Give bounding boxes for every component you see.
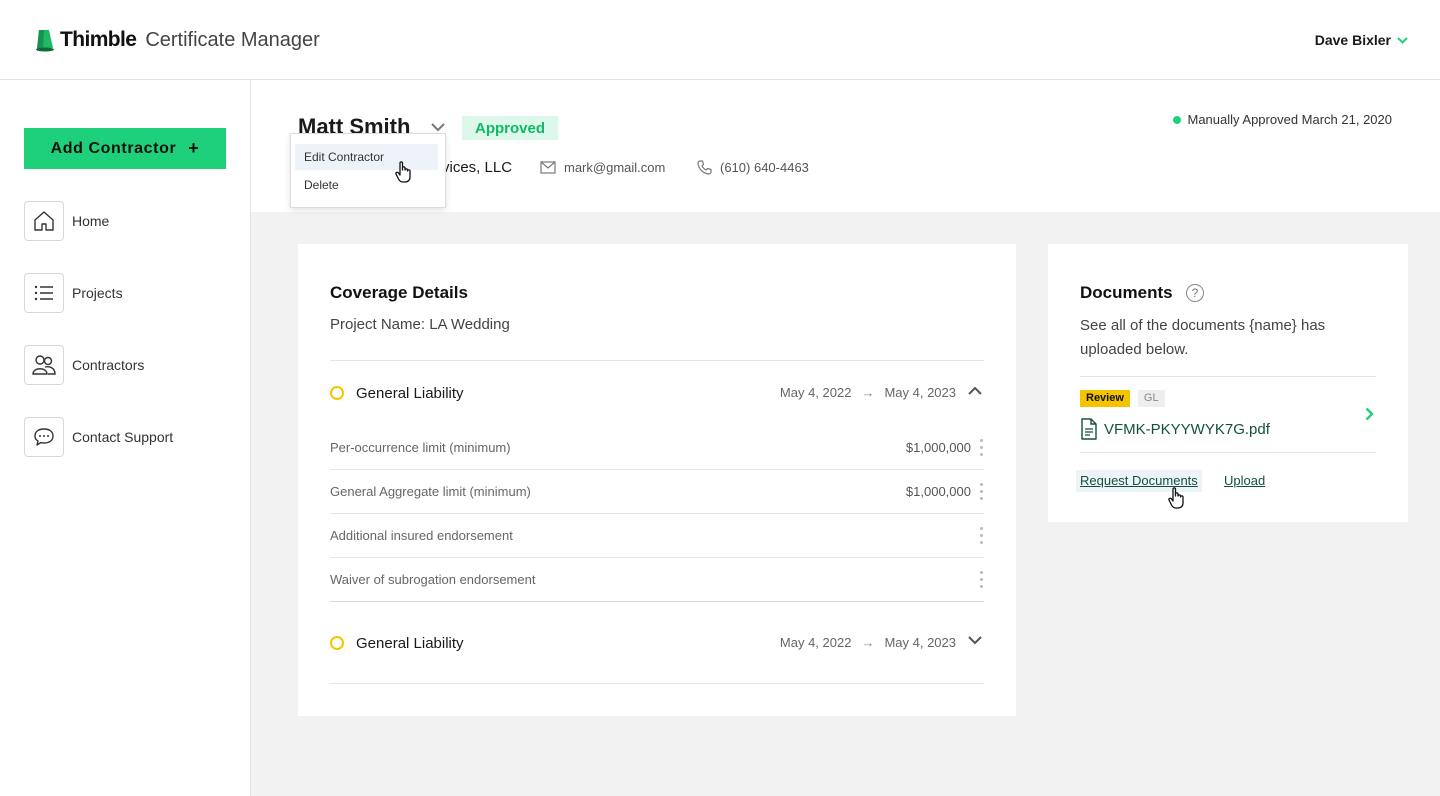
sidebar-item-contractors[interactable]: Contractors	[24, 345, 144, 385]
coverage-title: Coverage Details	[330, 283, 468, 302]
policy-end-date: May 4, 2023	[884, 635, 956, 650]
hand-cursor-icon	[1168, 487, 1184, 509]
chevron-right-icon[interactable]	[1365, 407, 1374, 421]
help-icon[interactable]: ?	[1186, 284, 1204, 302]
document-tags: Review GL	[1080, 390, 1165, 407]
thimble-logo-icon	[36, 30, 54, 52]
pending-status-icon	[330, 636, 344, 650]
user-menu[interactable]: Dave Bixler	[1315, 32, 1408, 48]
pending-status-icon	[330, 386, 344, 400]
sidebar-item-label: Contact Support	[72, 429, 174, 445]
chevron-up-icon[interactable]	[968, 386, 982, 395]
status-badge: Approved	[462, 116, 559, 140]
policy-title: General Liability	[356, 634, 464, 652]
policy-title: General Liability	[356, 384, 464, 402]
review-badge: Review	[1080, 390, 1130, 407]
contractor-actions-menu: Edit Contractor Delete	[290, 133, 446, 208]
chevron-down-icon	[1397, 36, 1408, 44]
kebab-menu-icon[interactable]	[980, 571, 984, 589]
product-name: Certificate Manager	[145, 28, 320, 51]
chevron-down-icon[interactable]	[430, 122, 446, 132]
kebab-menu-icon[interactable]	[980, 439, 984, 457]
file-icon	[1081, 418, 1097, 440]
document-file-name: VFMK-PKYYWYK7G.pdf	[1104, 420, 1270, 438]
divider	[1080, 376, 1376, 377]
sidebar-item-label: Projects	[72, 285, 123, 301]
policy-start-date: May 4, 2022	[779, 385, 852, 400]
limit-row: General Aggregate limit (minimum) $1,000…	[330, 470, 984, 514]
divider	[330, 683, 984, 684]
approval-status: Manually Approved March 21, 2020	[1173, 112, 1392, 127]
phone-icon	[697, 160, 712, 175]
sidebar: Add Contractor + Home Projects Contracto…	[0, 80, 251, 796]
menu-item-edit-contractor[interactable]: Edit Contractor	[295, 144, 438, 170]
documents-description: See all of the documents {name} has uplo…	[1080, 317, 1326, 358]
add-contractor-label: Add Contractor	[50, 139, 177, 157]
policy-start-date: May 4, 2022	[779, 635, 852, 650]
divider	[330, 360, 984, 361]
add-contractor-button[interactable]: Add Contractor +	[24, 128, 226, 169]
home-icon	[24, 201, 64, 241]
limit-row: Waiver of subrogation endorsement	[330, 558, 984, 602]
contractor-phone[interactable]: (610) 640-4463	[697, 160, 809, 175]
policy-row[interactable]: General Liability May 4, 2022 → May 4, 2…	[330, 378, 984, 408]
policy-row[interactable]: General Liability May 4, 2022 → May 4, 2…	[330, 628, 984, 658]
users-icon	[24, 345, 64, 385]
policy-dates: May 4, 2022 → May 4, 2023	[780, 385, 956, 400]
list-icon	[24, 273, 64, 313]
limit-row: Additional insured endorsement	[330, 514, 984, 558]
logo[interactable]: Thimble Certificate Manager	[34, 28, 320, 52]
menu-item-delete[interactable]: Delete	[295, 172, 438, 198]
kebab-menu-icon[interactable]	[980, 527, 984, 545]
documents-card: Documents ? See all of the documents {na…	[1048, 244, 1408, 522]
phone-text: (610) 640-4463	[720, 160, 809, 175]
documents-title: Documents	[1080, 283, 1173, 302]
company-name: vices, LLC	[442, 159, 513, 176]
policy-dates: May 4, 2022 → May 4, 2023	[780, 635, 956, 650]
brand-name: Thimble	[60, 28, 137, 51]
status-dot-icon	[1173, 115, 1182, 124]
document-file-link[interactable]: VFMK-PKYYWYK7G.pdf	[1080, 418, 1270, 440]
coverage-details-card: Coverage Details Project Name: LA Weddin…	[298, 244, 1016, 716]
limit-row: Per-occurrence limit (minimum) $1,000,00…	[330, 426, 984, 470]
sidebar-item-label: Home	[72, 213, 110, 229]
kebab-menu-icon[interactable]	[980, 483, 984, 501]
sidebar-item-label: Contractors	[72, 357, 145, 373]
hand-cursor-icon	[395, 161, 411, 183]
plus-icon: +	[188, 138, 200, 158]
limit-label: General Aggregate limit (minimum)	[330, 484, 531, 499]
chat-icon	[24, 417, 64, 457]
user-name: Dave Bixler	[1314, 32, 1391, 48]
contractor-email[interactable]: mark@gmail.com	[540, 160, 665, 175]
sidebar-item-home[interactable]: Home	[24, 201, 109, 241]
chevron-down-icon[interactable]	[968, 636, 982, 645]
project-name: Project Name: LA Wedding	[330, 316, 510, 333]
divider	[1080, 452, 1376, 453]
approval-status-text: Manually Approved March 21, 2020	[1187, 112, 1392, 127]
policy-end-date: May 4, 2023	[884, 385, 956, 400]
limit-label: Per-occurrence limit (minimum)	[330, 440, 511, 455]
sidebar-item-projects[interactable]: Projects	[24, 273, 123, 313]
arrow-right-icon: →	[861, 385, 875, 400]
email-text: mark@gmail.com	[564, 160, 666, 175]
limit-label: Additional insured endorsement	[330, 528, 513, 543]
limit-value: $1,000,000	[905, 484, 971, 499]
arrow-right-icon: →	[861, 635, 875, 650]
top-bar: Thimble Certificate Manager Dave Bixler	[0, 0, 1440, 80]
limit-value: $1,000,000	[905, 440, 971, 455]
mail-icon	[540, 161, 556, 174]
coverage-type-badge: GL	[1137, 390, 1165, 407]
upload-link[interactable]: Upload	[1224, 470, 1265, 492]
sidebar-item-contact-support[interactable]: Contact Support	[24, 417, 173, 457]
limit-label: Waiver of subrogation endorsement	[330, 572, 536, 587]
